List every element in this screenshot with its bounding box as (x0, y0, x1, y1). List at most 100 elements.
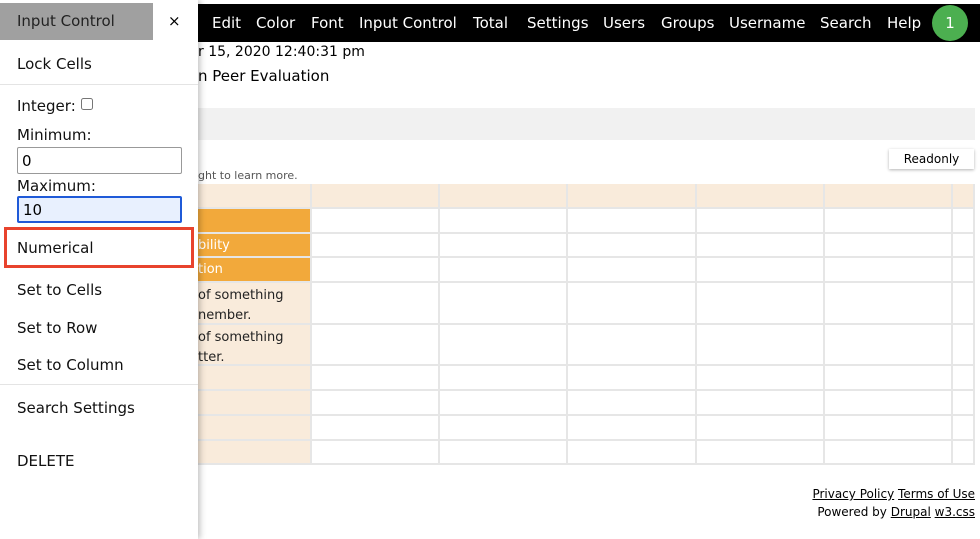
table-cell[interactable] (312, 416, 440, 441)
toolbar-band (198, 108, 975, 140)
minimum-label: Minimum: (17, 126, 92, 144)
table-cell[interactable] (312, 283, 440, 325)
table-cell[interactable] (568, 234, 697, 258)
nav-users[interactable]: Users (603, 14, 645, 32)
table-header-cell[interactable] (697, 184, 825, 209)
table-cell[interactable] (568, 441, 697, 465)
set-to-cells-item[interactable]: Set to Cells (17, 281, 102, 299)
table-cell[interactable] (312, 441, 440, 465)
minimum-input[interactable] (17, 147, 182, 174)
table-cell[interactable] (697, 416, 825, 441)
powered-by: Powered by Drupal w3.css (817, 505, 975, 519)
delete-item[interactable]: DELETE (17, 452, 75, 470)
table-cell[interactable] (825, 234, 953, 258)
nav-input-control[interactable]: Input Control (359, 14, 457, 32)
numerical-item[interactable]: Numerical (17, 239, 94, 257)
table-cell[interactable] (568, 391, 697, 416)
table-cell[interactable] (825, 391, 953, 416)
integer-checkbox[interactable] (80, 98, 93, 110)
nav-groups[interactable]: Groups (661, 14, 714, 32)
table-cell[interactable] (568, 325, 697, 366)
table-cell[interactable] (953, 366, 975, 391)
nav-edit[interactable]: Edit (212, 14, 241, 32)
table-cell[interactable] (568, 258, 697, 283)
table-cell[interactable] (953, 209, 975, 234)
table-header-cell[interactable] (312, 184, 440, 209)
table-cell[interactable] (440, 283, 568, 325)
nav-username[interactable]: Username (729, 14, 805, 32)
table-cell[interactable] (697, 325, 825, 366)
table-cell[interactable] (825, 258, 953, 283)
table-header-cell[interactable] (953, 184, 975, 209)
table-cell[interactable] (825, 325, 953, 366)
table-cell[interactable] (953, 258, 975, 283)
table-cell[interactable] (697, 283, 825, 325)
nav-settings[interactable]: Settings (527, 14, 589, 32)
table-cell[interactable] (953, 416, 975, 441)
nav-color[interactable]: Color (256, 14, 295, 32)
table-cell[interactable] (825, 416, 953, 441)
maximum-input[interactable] (17, 196, 182, 223)
nav-help[interactable]: Help (887, 14, 921, 32)
row-label-cell (198, 441, 312, 465)
set-to-row-item[interactable]: Set to Row (17, 319, 97, 337)
drupal-link[interactable]: Drupal (891, 505, 931, 519)
table-cell[interactable] (440, 325, 568, 366)
table-cell[interactable] (440, 234, 568, 258)
table-cell[interactable] (697, 234, 825, 258)
panel-title: Input Control (0, 3, 153, 40)
date-text: r 15, 2020 12:40:31 pm (198, 44, 365, 60)
table-cell[interactable] (312, 391, 440, 416)
table-cell[interactable] (953, 234, 975, 258)
table-cell[interactable] (953, 391, 975, 416)
terms-link[interactable]: Terms of Use (898, 487, 975, 501)
table-cell[interactable] (825, 441, 953, 465)
table-cell[interactable] (568, 209, 697, 234)
table-cell[interactable] (697, 441, 825, 465)
table-cell[interactable] (953, 283, 975, 325)
table-cell[interactable] (312, 325, 440, 366)
table-cell[interactable] (697, 258, 825, 283)
search-settings-item[interactable]: Search Settings (17, 399, 135, 417)
table-cell[interactable] (440, 391, 568, 416)
table-cell[interactable] (440, 416, 568, 441)
user-badge[interactable]: 1 (932, 5, 968, 41)
table-cell[interactable] (953, 441, 975, 465)
w3css-link[interactable]: w3.css (935, 505, 975, 519)
readonly-button[interactable]: Readonly (889, 149, 974, 169)
nav-total[interactable]: Total (473, 14, 508, 32)
table-cell[interactable] (697, 366, 825, 391)
set-to-column-item[interactable]: Set to Column (17, 356, 124, 374)
nav-search[interactable]: Search (820, 14, 872, 32)
table-cell[interactable] (312, 258, 440, 283)
close-icon[interactable]: × (168, 12, 181, 30)
table-cell[interactable] (568, 283, 697, 325)
table-cell[interactable] (825, 283, 953, 325)
table-cell[interactable] (697, 391, 825, 416)
table-cell[interactable] (953, 325, 975, 366)
nav-font[interactable]: Font (311, 14, 344, 32)
table-header-cell[interactable] (568, 184, 697, 209)
table-header-cell[interactable] (825, 184, 953, 209)
page-title: n Peer Evaluation (198, 67, 330, 85)
table-cell[interactable] (568, 416, 697, 441)
row-label-cell (198, 209, 312, 234)
table-cell[interactable] (568, 366, 697, 391)
maximum-label: Maximum: (17, 177, 96, 195)
row-label-cell (198, 391, 312, 416)
table-cell[interactable] (697, 209, 825, 234)
table-cell[interactable] (825, 366, 953, 391)
lock-cells-item[interactable]: Lock Cells (17, 55, 92, 73)
table-cell[interactable] (312, 234, 440, 258)
table-cell[interactable] (825, 209, 953, 234)
table-cell[interactable] (440, 258, 568, 283)
table-cell[interactable] (440, 209, 568, 234)
table-cell[interactable] (440, 441, 568, 465)
table-cell[interactable] (312, 366, 440, 391)
table-cell[interactable] (440, 366, 568, 391)
top-nav: Edit Color Font Input Control Total Sett… (190, 4, 980, 42)
table-header-cell[interactable] (440, 184, 568, 209)
privacy-link[interactable]: Privacy Policy (812, 487, 894, 501)
table-cell[interactable] (312, 209, 440, 234)
row-label-cell: tion (198, 258, 312, 283)
